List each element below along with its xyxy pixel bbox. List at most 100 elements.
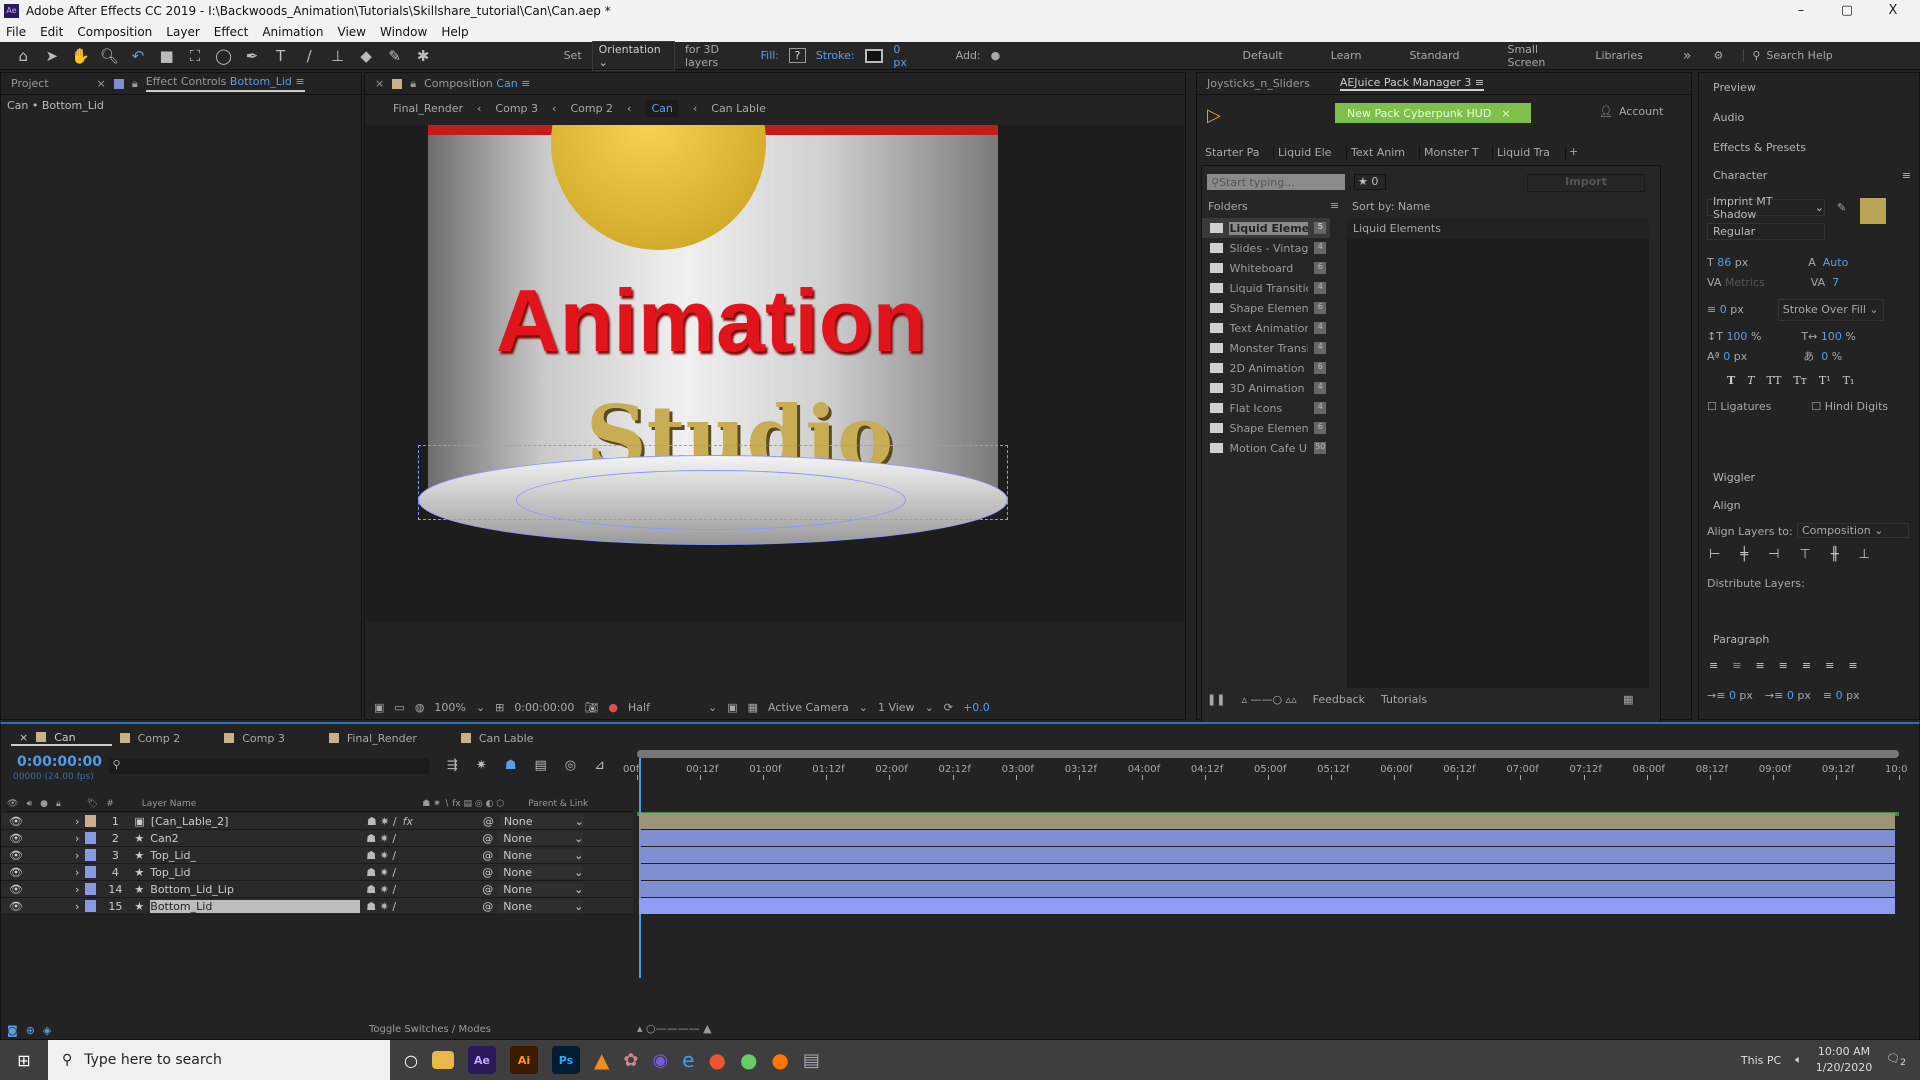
more-workspaces[interactable]: » bbox=[1683, 48, 1692, 64]
view-layout-dropdown[interactable]: 1 View bbox=[878, 701, 915, 714]
pick-whip-icon[interactable]: @ bbox=[482, 866, 493, 879]
layer-label-color[interactable] bbox=[85, 900, 97, 912]
expand-chevron-icon[interactable]: › bbox=[75, 900, 79, 913]
layer-name-column[interactable]: Layer Name bbox=[142, 799, 197, 809]
pick-whip-icon[interactable]: @ bbox=[482, 883, 493, 896]
folder-item[interactable]: Monster Transiti 4 bbox=[1202, 338, 1330, 358]
pick-whip-icon[interactable]: @ bbox=[483, 815, 494, 828]
rotate-tool-icon[interactable]: ↶ bbox=[129, 47, 148, 65]
space-before[interactable]: 0 bbox=[1787, 689, 1794, 702]
workspace-tab[interactable]: Standard bbox=[1409, 49, 1459, 62]
creative-cloud-icon[interactable]: ● bbox=[708, 1048, 725, 1072]
tsume[interactable]: 0 bbox=[1821, 347, 1828, 367]
eraser-tool-icon[interactable]: ◆ bbox=[357, 47, 376, 65]
justify-last-right-icon[interactable]: ≡ bbox=[1825, 659, 1834, 672]
align-right-text-icon[interactable]: ≡ bbox=[1755, 659, 1764, 672]
close-tab-icon[interactable]: × bbox=[375, 77, 384, 90]
menu-item[interactable]: Edit bbox=[40, 25, 63, 39]
motion-blur-icon[interactable]: ◎ bbox=[565, 758, 576, 773]
layer-row[interactable]: 👁︎ › 1 ▣ [Can_Lable_2] ☗ ✷ ∕ fx @ None ⌄ bbox=[1, 813, 633, 830]
account-button[interactable]: 👤︎ Account bbox=[1599, 105, 1663, 118]
folder-item[interactable]: Flat Icons 4 bbox=[1202, 398, 1330, 418]
pack-tab[interactable]: Text Anim bbox=[1347, 145, 1420, 159]
effects-presets-header[interactable]: Effects & Presets bbox=[1699, 133, 1919, 163]
camera-tool-icon[interactable]: ■ bbox=[157, 47, 176, 65]
layer-name[interactable]: Bottom_Lid bbox=[150, 899, 361, 913]
folder-item[interactable]: Liquid Elemen 5 bbox=[1202, 218, 1330, 238]
favorites-button[interactable]: ★ 0 bbox=[1354, 174, 1386, 190]
app-icon[interactable]: ✿ bbox=[623, 1050, 638, 1071]
zoom-dropdown[interactable]: 100% bbox=[434, 701, 465, 714]
layer-label-color[interactable] bbox=[85, 832, 97, 844]
breadcrumb-item[interactable]: Can Lable bbox=[711, 102, 766, 115]
folder-item[interactable]: Whiteboard 6 bbox=[1202, 258, 1330, 278]
mask-icon[interactable]: ◍ bbox=[415, 701, 425, 714]
align-left-icon[interactable]: ⊢ bbox=[1709, 547, 1720, 562]
resolution-dropdown[interactable]: Half bbox=[628, 701, 698, 714]
render-time-icon[interactable]: ◙ bbox=[7, 1024, 18, 1037]
graph-editor-icon[interactable]: ⊿ bbox=[594, 758, 605, 773]
roto-brush-icon[interactable]: ✎ bbox=[385, 47, 404, 65]
visibility-eye-icon[interactable]: 👁︎ bbox=[9, 815, 69, 828]
panel-menu-icon[interactable]: ≡ bbox=[1902, 169, 1911, 182]
folder-item[interactable]: Slides - Vintage C 4 bbox=[1202, 238, 1330, 258]
stroke-swatch[interactable] bbox=[864, 48, 884, 63]
timeline-tab[interactable]: Can Lable bbox=[453, 732, 570, 745]
expand-chevron-icon[interactable]: › bbox=[75, 849, 79, 862]
thumb-size-slider[interactable]: ▵ ——○ ▵▵ bbox=[1241, 693, 1296, 706]
layer-name[interactable]: Can2 bbox=[150, 832, 360, 845]
tutorials-link[interactable]: Tutorials bbox=[1381, 693, 1427, 706]
folder-item[interactable]: Shape Elements 2 6 bbox=[1202, 418, 1330, 438]
visibility-eye-icon[interactable]: 👁︎ bbox=[9, 832, 69, 845]
layer-duration-bar[interactable] bbox=[639, 881, 1895, 897]
transparency-icon[interactable]: ▦ bbox=[748, 701, 758, 714]
timeline-tab[interactable]: Comp 2 bbox=[112, 732, 217, 745]
timeline-tab[interactable]: Final_Render bbox=[321, 732, 453, 745]
volume-icon[interactable]: 🔈︎ bbox=[1795, 1053, 1802, 1067]
folders-menu-icon[interactable]: ≡ bbox=[1330, 199, 1339, 212]
parent-dropdown[interactable]: None ⌄ bbox=[499, 882, 584, 896]
menu-item[interactable]: Help bbox=[441, 25, 468, 39]
layer-label-color[interactable] bbox=[85, 866, 97, 878]
folder-item[interactable]: Shape Elements 6 bbox=[1202, 298, 1330, 318]
layer-row[interactable]: 👁︎ › 4 ★ Top_Lid ☗ ✷ ∕ @ None ⌄ bbox=[1, 864, 633, 881]
tab-composition[interactable]: Composition Can ≡ bbox=[424, 77, 530, 90]
tab-effect-controls[interactable]: Effect Controls Bottom_Lid ≡ bbox=[145, 75, 305, 92]
faux-bold-button[interactable]: T bbox=[1727, 371, 1735, 391]
layer-search-input[interactable]: ⚲ bbox=[109, 758, 429, 774]
file-explorer-icon[interactable] bbox=[431, 1051, 454, 1069]
zoom-tool-icon[interactable]: 🔍︎ bbox=[100, 47, 119, 65]
expand-chevron-icon[interactable]: › bbox=[75, 815, 79, 828]
lock-icon[interactable]: 🔒︎ bbox=[132, 77, 138, 91]
pan-behind-tool-icon[interactable]: ⛶ bbox=[186, 47, 205, 65]
channel-icon[interactable]: ● bbox=[608, 701, 618, 714]
font-size[interactable]: 86 bbox=[1717, 253, 1731, 273]
hand-tool-icon[interactable]: ✋ bbox=[71, 47, 90, 65]
grid-icon[interactable]: ⊞ bbox=[495, 701, 504, 714]
upwork-icon[interactable]: ● bbox=[740, 1048, 757, 1072]
workspace-tab[interactable]: Default bbox=[1242, 49, 1282, 62]
lock-icon[interactable]: 🔒︎ bbox=[410, 77, 416, 91]
parent-dropdown[interactable]: None ⌄ bbox=[499, 848, 584, 862]
app-icon[interactable]: ▤ bbox=[803, 1050, 820, 1071]
import-button[interactable]: Import bbox=[1527, 174, 1645, 192]
align-left-text-icon[interactable]: ≡ bbox=[1709, 659, 1718, 672]
tracking[interactable]: 7 bbox=[1832, 273, 1839, 293]
selection-tool-icon[interactable]: ➤ bbox=[43, 47, 62, 65]
add-pack-tab[interactable]: + bbox=[1569, 145, 1578, 158]
firefox-icon[interactable]: ● bbox=[771, 1048, 788, 1072]
pick-whip-icon[interactable]: @ bbox=[482, 849, 493, 862]
type-tool-icon[interactable]: T bbox=[271, 47, 290, 65]
expand-chevron-icon[interactable]: › bbox=[75, 883, 79, 896]
app-icon[interactable]: ◉ bbox=[652, 1050, 668, 1071]
vlc-icon[interactable]: ▲ bbox=[594, 1048, 609, 1072]
roi-icon[interactable]: ▣ bbox=[727, 701, 737, 714]
photoshop-taskbar-icon[interactable]: Ps bbox=[551, 1046, 580, 1074]
breadcrumb-item[interactable]: Can bbox=[645, 99, 679, 117]
visibility-eye-icon[interactable]: 👁︎ bbox=[9, 900, 69, 913]
justify-last-left-icon[interactable]: ≡ bbox=[1779, 659, 1788, 672]
camera-dropdown[interactable]: Active Camera bbox=[768, 701, 849, 714]
small-caps-button[interactable]: Tт bbox=[1793, 371, 1806, 391]
puppet-pin-icon[interactable]: ✱ bbox=[414, 47, 433, 65]
align-bottom-icon[interactable]: ⊥ bbox=[1859, 547, 1870, 562]
